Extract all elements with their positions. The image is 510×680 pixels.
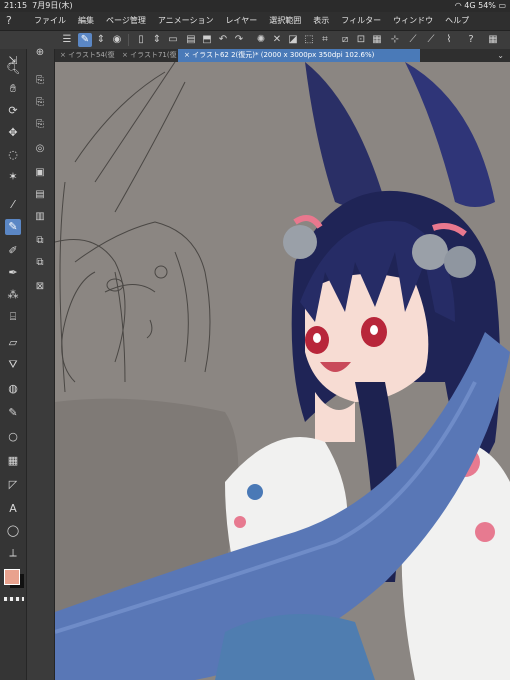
rotate-icon[interactable]: ⟳	[5, 103, 21, 119]
layer-add-icon[interactable]: ⎘	[32, 73, 48, 89]
status-time: 21:15	[4, 1, 28, 10]
transparent-color-icon[interactable]	[4, 597, 24, 601]
eraser-icon[interactable]: ▱	[5, 335, 21, 351]
figure-icon[interactable]: ✎	[5, 405, 21, 421]
vector-icon[interactable]: ⟋	[424, 33, 438, 47]
layer-vector-icon[interactable]: ⎘	[32, 117, 48, 133]
battery-icon: ▭	[498, 1, 506, 10]
status-time-date: 21:15 7月9日(木)	[4, 0, 73, 12]
tab-label: イラスト62 2(復元)* (2000 x 3000px 350dpi 102.…	[192, 51, 375, 59]
canvas[interactable]	[55, 62, 510, 680]
menu-animation[interactable]: アニメーション	[158, 12, 214, 30]
save-icon[interactable]: ▤	[184, 33, 198, 47]
ruler-pen-icon[interactable]: ⟋	[406, 33, 420, 47]
menu-layer[interactable]: レイヤー	[226, 12, 258, 30]
move-icon[interactable]: ✥	[5, 125, 21, 141]
airbrush-icon[interactable]: ⁂	[5, 287, 21, 303]
menu-help[interactable]: ヘルプ	[445, 12, 469, 30]
status-date: 7月9日(木)	[32, 1, 73, 10]
tab-label: イラスト71(復	[130, 51, 177, 59]
zoom-icon[interactable]: 🔍︎	[5, 61, 21, 77]
layer-raster-icon[interactable]: ⎘	[32, 95, 48, 111]
chevron-down-icon[interactable]: ⌄	[497, 49, 504, 62]
layer-stack-icon[interactable]: ⧉	[32, 255, 48, 271]
menu-edit[interactable]: 編集	[78, 12, 94, 30]
fill-icon[interactable]: ◪	[286, 33, 300, 47]
blend-icon[interactable]: ◍	[5, 381, 21, 397]
hand-icon[interactable]: ✋︎	[5, 81, 21, 97]
pencil-icon[interactable]: ✐	[5, 243, 21, 259]
lasso-icon[interactable]: ◌	[5, 147, 21, 163]
menu-file[interactable]: ファイル	[34, 12, 66, 30]
loading-icon[interactable]: ✺	[254, 33, 268, 47]
artwork	[55, 62, 510, 680]
invert-icon[interactable]: ⊡	[354, 33, 368, 47]
color-icon[interactable]: ◉	[110, 33, 124, 47]
layer-merge-icon[interactable]: ⧉	[32, 233, 48, 249]
export-icon[interactable]: ⬒	[200, 33, 214, 47]
redo-icon[interactable]: ↷	[232, 33, 246, 47]
menu-view[interactable]: 表示	[313, 12, 329, 30]
tab-document-2[interactable]: × イラスト71(復	[116, 49, 182, 62]
menu-window[interactable]: ウィンドウ	[393, 12, 433, 30]
help-icon[interactable]: ?	[464, 33, 478, 47]
expand-icon[interactable]: ▦	[486, 33, 500, 47]
decoration-icon[interactable]: ⌸	[5, 309, 21, 325]
document-tabs: × イラスト54(復 × イラスト71(復 × イラスト62 2(復元)* (2…	[54, 49, 510, 62]
undo-icon[interactable]: ↶	[216, 33, 230, 47]
tab-close-icon[interactable]: ×	[60, 51, 66, 59]
new-file-icon[interactable]: ▯	[134, 33, 148, 47]
magic-wand-icon[interactable]: ✶	[5, 169, 21, 185]
transform-icon[interactable]: ⬚	[302, 33, 316, 47]
ruler-icon[interactable]: ⊹	[388, 33, 402, 47]
sub-tool-bar: ⊕ ⎘ ⎘ ⎘ ◎ ▣ ▤ ▥ ⧉ ⧉ ⊠	[27, 47, 55, 680]
menu-bar: ? ファイル 編集 ページ管理 アニメーション レイヤー 選択範囲 表示 フィル…	[0, 12, 510, 31]
pen-tool-icon[interactable]: ✎	[78, 33, 92, 47]
divider	[128, 34, 129, 46]
ruler-triangle-icon[interactable]: ◸	[5, 477, 21, 493]
status-bar: 21:15 7月9日(木) ◠ 4G 54% ▭	[0, 0, 510, 12]
menu-hamburger-icon[interactable]: ☰	[60, 33, 74, 47]
tab-document-3[interactable]: × イラスト62 2(復元)* (2000 x 3000px 350dpi 10…	[178, 49, 420, 62]
battery-text: 54%	[478, 1, 496, 10]
menu-page[interactable]: ページ管理	[106, 12, 146, 30]
layer-folder-icon[interactable]: ▣	[32, 165, 48, 181]
pen-icon[interactable]: ✎	[5, 219, 21, 235]
menu-filter[interactable]: フィルター	[341, 12, 381, 30]
clear-icon[interactable]: ✕	[270, 33, 284, 47]
layer-copy-icon[interactable]: ▥	[32, 209, 48, 225]
app-logo-icon[interactable]: ?	[6, 14, 18, 28]
updown-icon[interactable]: ⇕	[150, 33, 164, 47]
tab-close-icon[interactable]: ×	[122, 51, 128, 59]
menu-selection[interactable]: 選択範囲	[269, 12, 301, 30]
frame-icon[interactable]: ▦	[5, 453, 21, 469]
snap-icon[interactable]: ⌇	[442, 33, 456, 47]
open-folder-icon[interactable]: ▭	[166, 33, 180, 47]
layer-delete-icon[interactable]: ⊠	[32, 279, 48, 295]
zoom-icon[interactable]: ⊕	[32, 45, 48, 61]
text-icon[interactable]: A	[5, 501, 21, 517]
main-color-swatch[interactable]	[4, 569, 20, 585]
crop-icon[interactable]: ⌗	[318, 33, 332, 47]
menu-items: ファイル 編集 ページ管理 アニメーション レイヤー 選択範囲 表示 フィルター…	[34, 12, 469, 30]
status-right: ◠ 4G 54% ▭	[455, 0, 506, 12]
eyedropper-icon[interactable]: ⁄	[5, 197, 21, 213]
signal-text: 4G	[464, 1, 476, 10]
tab-label: イラスト54(復	[68, 51, 115, 59]
layer-mask-icon[interactable]: ▤	[32, 187, 48, 203]
selection-icon[interactable]: ▦	[370, 33, 384, 47]
updown-icon[interactable]: ⇕	[94, 33, 108, 47]
layer-fill-icon[interactable]: ◎	[32, 141, 48, 157]
fill-icon[interactable]: ⛛	[5, 357, 21, 373]
ruler-icon[interactable]: ⟂	[5, 545, 21, 561]
tab-close-icon[interactable]: ×	[184, 51, 190, 59]
tab-document-1[interactable]: × イラスト54(復	[54, 49, 120, 62]
brush-icon[interactable]: ✒	[5, 265, 21, 281]
deselect-icon[interactable]: ⧄	[338, 33, 352, 47]
command-bar: ☰ ✎ ⇕ ◉ ▯ ⇕ ▭ ▤ ⬒ ↶ ↷ ✺ ✕ ◪ ⬚ ⌗ ⧄ ⊡ ▦ ⊹ …	[0, 31, 510, 50]
tool-bar: ⇲ 🔍︎ ✋︎ ⟳ ✥ ◌ ✶ ⁄ ✎ ✐ ✒ ⁂ ⌸ ▱ ⛛ ◍ ✎ ○ ▦ …	[0, 49, 27, 680]
wifi-icon: ◠	[454, 1, 462, 10]
ellipse-icon[interactable]: ○	[5, 429, 21, 445]
balloon-icon[interactable]: ◯	[5, 523, 21, 539]
